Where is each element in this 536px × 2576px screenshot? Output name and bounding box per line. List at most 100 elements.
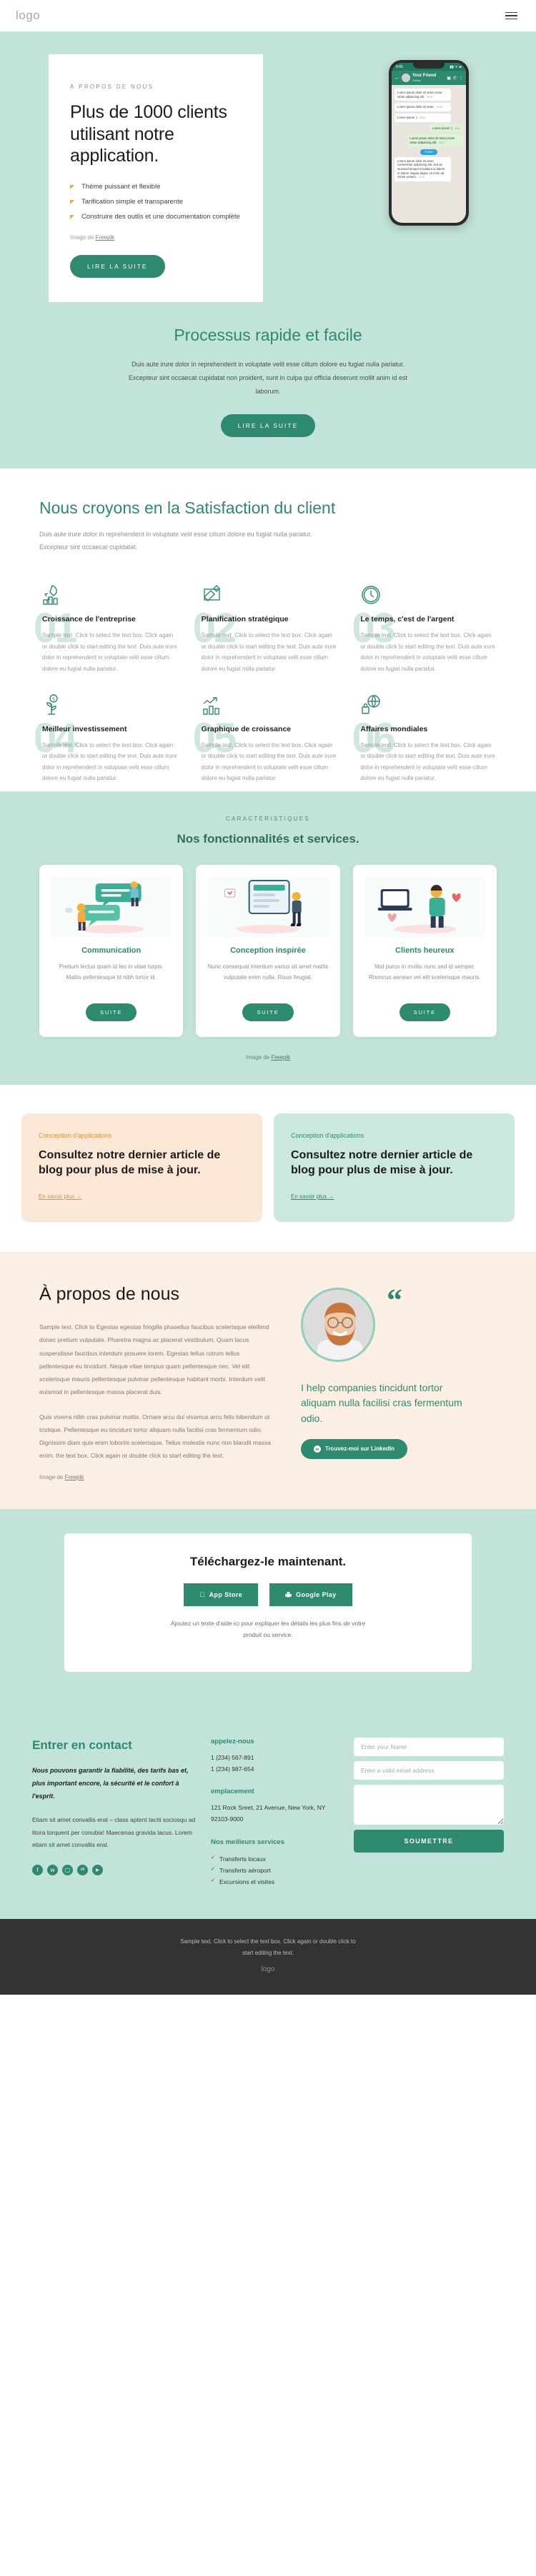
feature-card[interactable]: Communication Pretium lectus quam id leo… — [39, 864, 184, 1037]
blog-card-tag: Conception d'applications — [291, 1131, 364, 1139]
footer-contact-column: appelez-nous 1 (234) 567-891 1 (234) 987… — [211, 1738, 339, 1888]
contact-name: Your Friend — [412, 74, 437, 79]
site-header: logo — [0, 0, 536, 31]
twitter-icon[interactable]: w — [47, 1864, 58, 1875]
ruler-pencil-icon — [202, 583, 338, 608]
hero-title: Plus de 1000 clients utilisant notre app… — [70, 102, 227, 166]
chat-message-time: 09:25 — [419, 116, 425, 120]
blog-card[interactable]: Conception d'applications Consultez notr… — [274, 1113, 515, 1223]
phone-call-icon[interactable]: ✆ — [453, 76, 457, 81]
blog-card-link[interactable]: En savoir plus → — [39, 1193, 81, 1200]
vk-icon[interactable]: vk — [77, 1864, 88, 1875]
about-paragraph: Quis viverra nibh cras pulvinar mattis. … — [39, 1413, 271, 1460]
facebook-icon[interactable]: f — [32, 1864, 43, 1875]
feature-body: Sample text. Click to select the text bo… — [201, 632, 337, 672]
message-textarea[interactable] — [354, 1785, 504, 1825]
phone-status-icons: ▮▮ ᯤ ▰ — [450, 64, 462, 69]
chat-message-text: Lorem ipsum dolor sit amet,conse ctetur … — [397, 91, 442, 99]
hamburger-menu-icon[interactable] — [502, 9, 520, 23]
feature-card[interactable]: Conception inspirée Nunc consequat inter… — [196, 864, 340, 1037]
footer-section: Entrer en contact Nous pouvons garantir … — [0, 1712, 536, 1920]
feature-card-button[interactable]: SUITE — [242, 1003, 294, 1021]
blog-section: Conception d'applications Consultez notr… — [0, 1084, 536, 1253]
download-note: Ajoutez un texte d'aide ici pour expliqu… — [170, 1619, 366, 1638]
chat-illustration — [51, 876, 172, 938]
process-body: Duis aute irure dolor in reprehenderit i… — [128, 361, 408, 395]
phone-chat-body: Lorem ipsum dolor sit amet,conse ctetur … — [392, 85, 466, 185]
footer-body: Etiam sit amet convallis erat – class ap… — [32, 1816, 196, 1849]
feature-card-title: Communication — [81, 946, 142, 955]
video-call-icon[interactable]: ▣ — [447, 76, 451, 81]
blog-card[interactable]: Conception d'applications Consultez notr… — [21, 1113, 262, 1223]
hero-bullet-list: Thème puissant et flexible Tarification … — [70, 181, 242, 223]
about-quote: I help companies tincidunt tortor aliqua… — [301, 1382, 462, 1424]
linkedin-button-label: Trouvez-moi sur LinkedIn — [325, 1445, 394, 1453]
instagram-icon[interactable]: ▢ — [62, 1864, 73, 1875]
name-input[interactable] — [354, 1738, 504, 1757]
chat-message-time: 09:27 — [455, 126, 460, 130]
chat-message: Lorem ipsum :) 09:27 — [430, 124, 463, 133]
phone-number[interactable]: 1 (234) 567-891 — [211, 1753, 339, 1764]
feature-card-button[interactable]: SUITE — [86, 1003, 137, 1021]
about-image-credit: Image de Freepik — [39, 1474, 275, 1480]
bottom-bar: Sample text. Click to select the text bo… — [0, 1919, 536, 1995]
linkedin-button[interactable]: in Trouvez-moi sur LinkedIn — [301, 1438, 407, 1459]
feature-card[interactable]: Clients heureux Nisl purus in mollis nun… — [352, 864, 497, 1037]
footer-services-heading: Nos meilleurs services — [211, 1838, 284, 1846]
satisfaction-title: Nous croyons en la Satisfaction du clien… — [39, 498, 336, 517]
submit-button[interactable]: SOUMETTRE — [354, 1830, 504, 1853]
download-title: Téléchargez-le maintenant. — [189, 1554, 347, 1568]
chat-message: Lorem ipsum :) 09:25 — [394, 114, 451, 122]
phone-time: 9:45 — [396, 64, 403, 69]
feature-card-button[interactable]: SUITE — [399, 1003, 450, 1021]
satisfaction-section: Nous croyons en la Satisfaction du clien… — [0, 468, 536, 791]
freepik-link[interactable]: Freepik — [271, 1054, 290, 1061]
back-arrow-icon[interactable]: ← — [394, 76, 399, 81]
credit-prefix: Image de — [70, 234, 96, 241]
hero-cta-button[interactable]: LIRE LA SUITE — [70, 255, 165, 279]
google-play-label: Google Play — [293, 1590, 336, 1598]
avatar — [301, 1288, 375, 1363]
youtube-icon[interactable]: ▶ — [92, 1864, 103, 1875]
about-section: À propos de nous Sample text. Click to E… — [0, 1252, 536, 1509]
globe-lock-icon — [360, 693, 497, 718]
google-play-button[interactable]: Google Play — [269, 1583, 352, 1606]
feature-item: 03 Le temps, c'est de l'argent Sample te… — [352, 583, 497, 674]
caract-image-credit: Image de Freepik — [0, 1054, 536, 1061]
more-options-icon[interactable]: ⋮ — [459, 76, 463, 81]
feature-item: 05 Graphique de croissance Sample text. … — [193, 693, 338, 784]
app-store-button[interactable]:  App Store — [184, 1583, 259, 1606]
chat-message-time: 09:25 — [426, 95, 432, 99]
blog-card-link[interactable]: En savoir plus → — [291, 1193, 334, 1200]
money-plant-icon: $ — [42, 693, 179, 718]
bottom-text: Sample text. Click to select the text bo… — [180, 1938, 356, 1956]
hero-bullet: Thème puissant et flexible — [70, 181, 242, 193]
chat-message-text: Lorem ipsum dolor sit amet, — [397, 105, 435, 109]
feature-card-grid: Communication Pretium lectus quam id leo… — [39, 864, 497, 1037]
site-logo[interactable]: logo — [16, 9, 40, 23]
email-input[interactable] — [354, 1761, 504, 1780]
contact-avatar — [402, 74, 410, 82]
feature-body: Sample text. Click to select the text bo… — [201, 741, 337, 782]
process-title: Processus rapide et facile — [174, 326, 362, 344]
footer-phones: 1 (234) 567-891 1 (234) 987-654 — [211, 1753, 339, 1775]
feature-title: Meilleur investissement — [42, 724, 127, 733]
hero-image-credit: Image de Freepik — [70, 234, 242, 241]
feature-body: Sample text. Click to select the text bo… — [42, 741, 177, 782]
features-grid: 01 Croissance de l'entreprise Sample tex… — [34, 583, 497, 784]
process-cta-button[interactable]: LIRE LA SUITE — [220, 414, 316, 437]
hero-section: À PROPOS DE NOUS Plus de 1000 clients ut… — [0, 31, 536, 303]
chat-message-time: 09:27 — [439, 141, 445, 145]
credit-prefix: Image de — [245, 1053, 272, 1061]
hero-bullet: Tarification simple et transparente — [70, 196, 242, 208]
download-card: Téléchargez-le maintenant.  App Store G… — [64, 1533, 472, 1673]
satisfaction-body: Duis aute irure dolor in reprehenderit i… — [39, 531, 312, 551]
feature-card-title: Conception inspirée — [230, 946, 306, 955]
feature-body: Sample text. Click to select the text bo… — [360, 632, 495, 672]
freepik-link[interactable]: Freepik — [65, 1474, 84, 1480]
bottom-logo[interactable]: logo — [0, 1965, 536, 1973]
feature-title: Croissance de l'entreprise — [42, 615, 136, 624]
freepik-link[interactable]: Freepik — [96, 234, 115, 241]
happy-clients-illustration — [364, 876, 485, 938]
phone-number[interactable]: 1 (234) 987-654 — [211, 1764, 339, 1775]
